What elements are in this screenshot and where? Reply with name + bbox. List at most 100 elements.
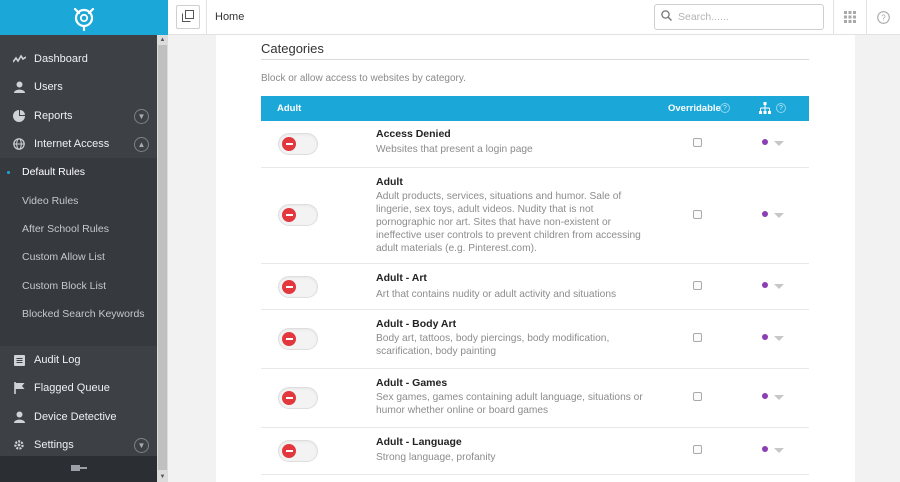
logo-bar[interactable] [0, 0, 168, 35]
chevron-down-icon[interactable] [774, 395, 784, 400]
table-row: Adult - Body Art Body art, tattoos, body… [261, 310, 809, 369]
flag-icon [12, 381, 26, 395]
sidebar-item-label: Audit Log [34, 354, 81, 367]
sidebar-subitem-custom-block-list[interactable]: Custom Block List [0, 271, 157, 299]
chevron-down-icon[interactable] [774, 213, 784, 218]
user-icon [12, 410, 26, 424]
sidebar-scrollbar[interactable]: ▲ ▼ [157, 35, 168, 482]
sidebar-subitem-blocked-search-keywords[interactable]: Blocked Search Keywords [0, 300, 157, 328]
sidebar-item-reports[interactable]: Reports ▼ [0, 102, 157, 130]
group-dot [762, 211, 768, 217]
sitemap-icon [759, 102, 771, 117]
block-toggle[interactable] [278, 204, 318, 226]
chevron-up-icon[interactable]: ▲ [134, 136, 149, 152]
sidebar-subitem-after-school-rules[interactable]: After School Rules [0, 215, 157, 243]
sidebar-subitem-label: Custom Allow List [22, 251, 105, 264]
sidebar-item-device-detective[interactable]: Device Detective [0, 403, 157, 431]
chevron-down-icon[interactable] [774, 448, 784, 453]
gear-icon [12, 438, 26, 452]
overridable-checkbox[interactable] [693, 210, 702, 219]
apps-grid-icon[interactable] [844, 11, 856, 26]
sidebar: Dashboard Users Reports ▼ Internet Acces… [0, 0, 168, 482]
block-minus-icon [282, 280, 296, 294]
category-name: Adult [376, 176, 403, 188]
categories-table: Adult Overridable ? ? Access Denied Webs… [261, 96, 809, 475]
overridable-checkbox[interactable] [693, 445, 702, 454]
help-icon[interactable]: ? [877, 11, 890, 27]
category-description: Strong language, profanity [376, 452, 496, 463]
page-description: Block or allow access to websites by cat… [261, 73, 466, 84]
sidebar-item-label: Internet Access [34, 138, 110, 151]
chevron-down-icon[interactable]: ▼ [134, 108, 149, 124]
page-title: Categories [261, 41, 324, 56]
group-dot [762, 446, 768, 452]
overridable-checkbox[interactable] [693, 392, 702, 401]
sidebar-item-label: Reports [34, 109, 73, 122]
group-dot [762, 334, 768, 340]
sidebar-subitem-label: Video Rules [22, 194, 79, 207]
activity-icon [12, 52, 26, 66]
block-minus-icon [282, 444, 296, 458]
chevron-down-icon[interactable] [774, 141, 784, 146]
block-minus-icon [282, 137, 296, 151]
right-gutter [855, 35, 900, 482]
sidebar-subitem-custom-allow-list[interactable]: Custom Allow List [0, 243, 157, 271]
search-box[interactable] [654, 4, 824, 30]
divider [206, 0, 207, 35]
sidebar-item-dashboard[interactable]: Dashboard [0, 45, 157, 73]
block-toggle[interactable] [278, 328, 318, 350]
sidebar-item-users[interactable]: Users [0, 73, 157, 101]
chevron-down-icon[interactable] [774, 284, 784, 289]
category-description: Sex games, games containing adult langua… [376, 392, 643, 416]
category-name: Adult - Art [376, 272, 427, 284]
chevron-down-icon[interactable] [774, 336, 784, 341]
scroll-down-icon[interactable]: ▼ [157, 472, 168, 482]
block-toggle[interactable] [278, 133, 318, 155]
block-minus-icon [282, 332, 296, 346]
table-row: Adult - Art Art that contains nudity or … [261, 264, 809, 310]
scrollbar-thumb[interactable] [158, 45, 167, 470]
sidebar-subitem-default-rules[interactable]: Default Rules [0, 158, 157, 186]
help-icon[interactable]: ? [720, 103, 730, 113]
group-dot [762, 393, 768, 399]
sidebar-subitem-label: After School Rules [22, 222, 109, 235]
category-description: Adult products, services, situations and… [376, 191, 641, 254]
window-toggle-button[interactable] [176, 5, 200, 29]
overridable-checkbox[interactable] [693, 138, 702, 147]
category-name: Access Denied [376, 128, 451, 140]
sidebar-item-internet-access[interactable]: Internet Access ▲ [0, 130, 157, 158]
collapse-sidebar-button[interactable] [0, 456, 157, 482]
block-minus-icon [282, 208, 296, 222]
sidebar-subitem-video-rules[interactable]: Video Rules [0, 186, 157, 214]
breadcrumb[interactable]: Home [215, 11, 244, 23]
table-row: Adult Adult products, services, situatio… [261, 168, 809, 264]
block-toggle[interactable] [278, 440, 318, 462]
sidebar-item-settings[interactable]: Settings ▼ [0, 431, 157, 459]
overridable-checkbox[interactable] [693, 333, 702, 342]
main-content: Categories Block or allow access to webs… [216, 35, 855, 482]
help-icon[interactable]: ? [776, 103, 786, 113]
title-divider [261, 59, 809, 60]
column-header-category: Adult [277, 103, 302, 114]
chevron-down-icon[interactable]: ▼ [134, 437, 149, 453]
svg-text:?: ? [881, 13, 886, 22]
block-toggle[interactable] [278, 276, 318, 298]
sidebar-nav: Dashboard Users Reports ▼ Internet Acces… [0, 35, 157, 459]
sidebar-item-label: Users [34, 81, 63, 94]
scroll-up-icon[interactable]: ▲ [157, 35, 168, 45]
user-icon [12, 80, 26, 94]
sidebar-item-flagged-queue[interactable]: Flagged Queue [0, 374, 157, 402]
search-input[interactable] [678, 11, 808, 23]
globe-icon [12, 137, 26, 151]
sidebar-item-label: Dashboard [34, 53, 88, 66]
sidebar-item-label: Flagged Queue [34, 382, 110, 395]
block-toggle[interactable] [278, 387, 318, 409]
divider [833, 0, 834, 35]
sidebar-item-audit-log[interactable]: Audit Log [0, 346, 157, 374]
divider [866, 0, 867, 35]
sidebar-subitem-label: Blocked Search Keywords [22, 307, 145, 320]
sidebar-subitem-label: Default Rules [22, 166, 86, 179]
copy-window-icon [182, 9, 194, 25]
category-name: Adult - Games [376, 377, 448, 389]
overridable-checkbox[interactable] [693, 281, 702, 290]
